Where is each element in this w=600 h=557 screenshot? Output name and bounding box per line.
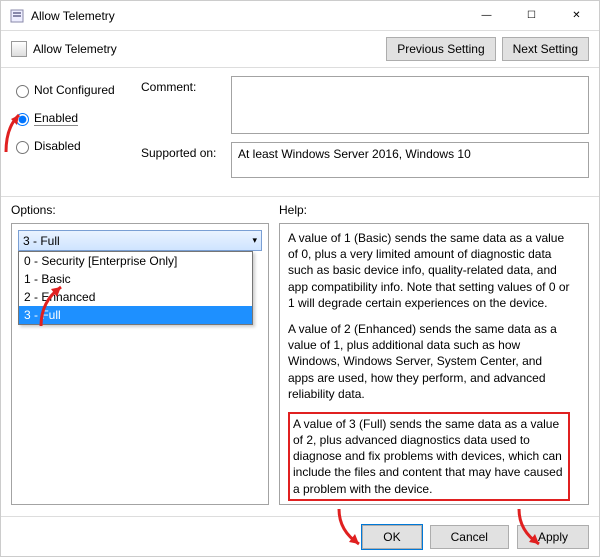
radio-disabled-label: Disabled — [34, 139, 81, 153]
radio-not-configured-input[interactable] — [16, 85, 29, 98]
ok-button[interactable]: OK — [362, 525, 421, 549]
config-area: Not Configured Enabled Disabled Comment:… — [1, 68, 599, 197]
help-column: Help: A value of 1 (Basic) sends the sam… — [279, 203, 589, 505]
window-title: Allow Telemetry — [31, 9, 464, 23]
policy-icon — [9, 8, 25, 24]
header-row: Allow Telemetry Previous Setting Next Se… — [1, 31, 599, 68]
dropdown-item-0[interactable]: 0 - Security [Enterprise Only] — [19, 252, 252, 270]
telemetry-level-dropdown[interactable]: 3 - Full ▾ — [18, 230, 262, 251]
footer: OK Cancel Apply — [1, 516, 599, 556]
help-panel[interactable]: A value of 1 (Basic) sends the same data… — [279, 223, 589, 505]
help-text-p1: A value of 1 (Basic) sends the same data… — [288, 230, 570, 311]
comment-input[interactable] — [231, 76, 589, 134]
dropdown-selected-value: 3 - Full — [23, 234, 60, 248]
policy-title: Allow Telemetry — [33, 42, 380, 56]
radio-group: Not Configured Enabled Disabled — [11, 76, 141, 186]
supported-label: Supported on: — [141, 142, 231, 160]
help-text-p2: A value of 2 (Enhanced) sends the same d… — [288, 321, 570, 402]
apply-button[interactable]: Apply — [517, 525, 589, 549]
comment-label: Comment: — [141, 76, 231, 94]
maximize-button[interactable]: ☐ — [509, 1, 554, 30]
comment-row: Comment: — [141, 76, 589, 134]
dropdown-item-3[interactable]: 3 - Full — [19, 306, 252, 324]
chevron-down-icon: ▾ — [252, 235, 257, 246]
minimize-button[interactable]: — — [464, 1, 509, 30]
supported-on-value: At least Windows Server 2016, Windows 10 — [231, 142, 589, 178]
close-button[interactable]: ✕ — [554, 1, 599, 30]
previous-setting-button[interactable]: Previous Setting — [386, 37, 495, 61]
lower-area: Options: 3 - Full ▾ 0 - Security [Enterp… — [1, 197, 599, 505]
fields-column: Comment: Supported on: At least Windows … — [141, 76, 589, 186]
dropdown-item-2[interactable]: 2 - Enhanced — [19, 288, 252, 306]
policy-header-icon — [11, 41, 27, 57]
radio-disabled[interactable]: Disabled — [11, 138, 141, 154]
next-setting-button[interactable]: Next Setting — [502, 37, 589, 61]
options-label: Options: — [11, 203, 269, 217]
help-label: Help: — [279, 203, 589, 217]
title-bar: Allow Telemetry — ☐ ✕ — [1, 1, 599, 31]
radio-not-configured-label: Not Configured — [34, 83, 115, 97]
dropdown-item-1[interactable]: 1 - Basic — [19, 270, 252, 288]
radio-enabled[interactable]: Enabled — [11, 110, 141, 126]
supported-row: Supported on: At least Windows Server 20… — [141, 142, 589, 178]
options-panel: 3 - Full ▾ 0 - Security [Enterprise Only… — [11, 223, 269, 505]
radio-enabled-input[interactable] — [16, 113, 29, 126]
cancel-button[interactable]: Cancel — [430, 525, 509, 549]
help-text-p3: A value of 3 (Full) sends the same data … — [293, 417, 563, 496]
window-controls: — ☐ ✕ — [464, 1, 599, 30]
radio-disabled-input[interactable] — [16, 141, 29, 154]
dropdown-list: 0 - Security [Enterprise Only] 1 - Basic… — [18, 251, 253, 325]
radio-not-configured[interactable]: Not Configured — [11, 82, 141, 98]
highlight-box: A value of 3 (Full) sends the same data … — [288, 412, 570, 501]
options-column: Options: 3 - Full ▾ 0 - Security [Enterp… — [11, 203, 269, 505]
radio-enabled-label: Enabled — [34, 111, 78, 125]
